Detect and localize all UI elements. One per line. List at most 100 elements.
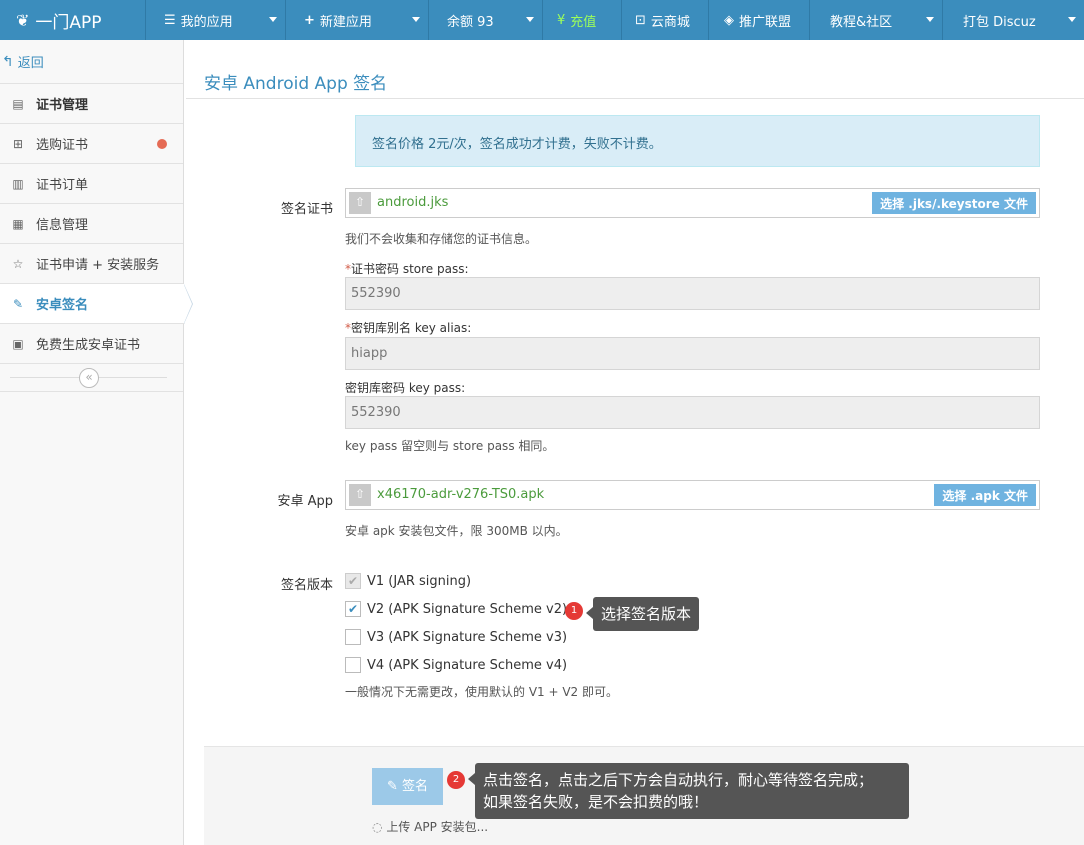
leaf-icon: ❦ <box>16 10 30 30</box>
sidebar-item-label: 信息管理 <box>36 218 89 233</box>
sidebar-item-label: 选购证书 <box>36 138 89 153</box>
nav-affiliate[interactable]: ◈ 推广联盟 <box>708 0 809 40</box>
sidebar: ↰ 返回 ▤ 证书管理 ⊞ 选购证书 ▥ 证书订单 ▦ 信息管理 ☆ 证书申请 … <box>0 40 193 845</box>
back-link[interactable]: ↰ 返回 <box>0 40 183 84</box>
store-pass-field[interactable]: 552390 <box>345 277 1040 310</box>
diamond-icon: ◈ <box>724 12 734 28</box>
step-badge-1: 1 <box>565 602 583 620</box>
step-badge-2: 2 <box>447 771 465 789</box>
sidebar-collapse-row: « <box>0 364 183 392</box>
nav-cloud-mall[interactable]: ⊡ 云商城 <box>621 0 708 40</box>
version-v2-label: V2 (APK Signature Scheme v2) <box>367 601 568 617</box>
notification-dot <box>157 139 167 149</box>
nav-my-apps[interactable]: ☰ 我的应用 <box>145 0 285 40</box>
star-icon: ☆ <box>12 256 24 271</box>
info-icon: ▦ <box>12 216 24 231</box>
pick-cert-button[interactable]: 选择 .jks/.keystore 文件 <box>872 192 1036 214</box>
store-pass-label-text: 证书密码 store pass: <box>351 262 469 276</box>
upload-icon: ⇧ <box>349 192 371 214</box>
chevron-down-icon <box>526 17 534 22</box>
list-icon: ☰ <box>164 12 176 28</box>
bag-icon: ⊡ <box>635 12 646 28</box>
certificate-icon: ▤ <box>12 96 24 111</box>
key-pass-help: key pass 留空则与 store pass 相同。 <box>345 439 555 453</box>
nav-new-app-label: 新建应用 <box>319 14 372 30</box>
price-alert: 签名价格 2元/次，签名成功才计费，失败不计费。 <box>355 115 1040 167</box>
cart-icon: ⊞ <box>12 136 24 151</box>
nav-balance-label: 余额 93 <box>447 14 494 30</box>
key-pass-field[interactable]: 552390 <box>345 396 1040 429</box>
version-v3-option[interactable]: V3 (APK Signature Scheme v3) <box>345 626 567 648</box>
sidebar-item-free-cert[interactable]: ▣ 免费生成安卓证书 <box>0 324 183 364</box>
page-title: 安卓 Android App 签名 <box>204 74 388 94</box>
chevron-down-icon <box>926 17 934 22</box>
nav-community[interactable]: 教程&社区 <box>809 0 942 40</box>
order-icon: ▥ <box>12 176 24 191</box>
divider <box>186 98 1084 99</box>
version-label: 签名版本 <box>280 578 333 593</box>
nav-package[interactable]: 打包 Discuz <box>942 0 1084 40</box>
sidebar-item-label: 安卓签名 <box>36 298 89 313</box>
brand-logo[interactable]: ❦ 一门APP <box>0 0 145 40</box>
cert-label: 签名证书 <box>280 202 333 217</box>
key-alias-label-text: 密钥库别名 key alias: <box>351 321 472 335</box>
sidebar-item-cert-apply[interactable]: ☆ 证书申请 + 安装服务 <box>0 244 183 284</box>
badge-icon: ▣ <box>12 336 24 351</box>
sign-button-label: 签名 <box>402 779 429 794</box>
spinner-icon: ◌ <box>372 820 383 834</box>
sidebar-item-label: 证书申请 + 安装服务 <box>36 258 160 273</box>
brand-name: 一门APP <box>35 12 102 33</box>
checkbox-v4[interactable] <box>345 657 361 673</box>
top-navbar: ❦ 一门APP ☰ 我的应用 + 新建应用 余额 93 ¥ 充值 ⊡ 云商城 ◈… <box>0 0 1084 40</box>
back-label: 返回 <box>17 56 44 71</box>
key-pass-label: 密钥库密码 key pass: <box>345 381 466 395</box>
nav-balance[interactable]: 余额 93 <box>428 0 542 40</box>
checkbox-v1[interactable]: ✔ <box>345 573 361 589</box>
sidebar-item-cert-manage[interactable]: ▤ 证书管理 <box>0 84 183 124</box>
cert-filename: android.jks <box>377 195 449 210</box>
apk-label: 安卓 App <box>277 494 333 509</box>
pen-icon: ✎ <box>386 779 398 794</box>
sidebar-item-info-manage[interactable]: ▦ 信息管理 <box>0 204 183 244</box>
upload-status: ◌ 上传 APP 安装包... <box>372 818 488 835</box>
checkbox-v2[interactable]: ✔ <box>345 601 361 617</box>
nav-package-label: 打包 Discuz <box>963 14 1036 30</box>
sidebar-item-label: 证书管理 <box>36 98 89 113</box>
version-v4-option[interactable]: V4 (APK Signature Scheme v4) <box>345 654 567 676</box>
pen-icon: ✎ <box>12 296 24 311</box>
nav-my-apps-label: 我的应用 <box>180 14 233 30</box>
collapse-sidebar-icon[interactable]: « <box>79 368 99 388</box>
sidebar-item-label: 免费生成安卓证书 <box>36 338 141 353</box>
store-pass-label: *证书密码 store pass: <box>345 260 469 277</box>
sidebar-item-buy-cert[interactable]: ⊞ 选购证书 <box>0 124 183 164</box>
nav-new-app[interactable]: + 新建应用 <box>285 0 428 40</box>
apk-file-input[interactable]: ⇧ x46170-adr-v276-TS0.apk 选择 .apk 文件 <box>345 480 1040 510</box>
pick-apk-button[interactable]: 选择 .apk 文件 <box>934 484 1036 506</box>
version-v2-option[interactable]: ✔ V2 (APK Signature Scheme v2) <box>345 598 567 620</box>
apk-help: 安卓 apk 安装包文件，限 300MB 以内。 <box>345 524 568 538</box>
back-arrow-icon: ↰ <box>2 53 14 70</box>
yen-icon: ¥ <box>557 12 566 28</box>
version-v4-label: V4 (APK Signature Scheme v4) <box>367 657 568 673</box>
cert-file-input[interactable]: ⇧ android.jks 选择 .jks/.keystore 文件 <box>345 188 1040 218</box>
sign-button[interactable]: ✎ 签名 <box>372 768 443 805</box>
chevron-down-icon <box>412 17 420 22</box>
nav-community-label: 教程&社区 <box>830 14 893 30</box>
tooltip-sign-instructions: 点击签名，点击之后下方会自动执行，耐心等待签名完成； 如果签名失败，是不会扣费的… <box>468 763 909 819</box>
key-alias-label: *密钥库别名 key alias: <box>345 319 471 336</box>
version-v3-label: V3 (APK Signature Scheme v3) <box>367 629 568 645</box>
nav-recharge[interactable]: ¥ 充值 <box>542 0 621 40</box>
sidebar-item-cert-orders[interactable]: ▥ 证书订单 <box>0 164 183 204</box>
nav-affiliate-label: 推广联盟 <box>739 14 792 30</box>
nav-cloud-mall-label: 云商城 <box>650 14 690 30</box>
key-alias-field[interactable]: hiapp <box>345 337 1040 370</box>
checkbox-v3[interactable] <box>345 629 361 645</box>
version-v1-option[interactable]: ✔ V1 (JAR signing) <box>345 570 471 592</box>
apk-filename: x46170-adr-v276-TS0.apk <box>377 487 545 502</box>
version-v1-label: V1 (JAR signing) <box>367 573 472 589</box>
tooltip-line-2: 如果签名失败，是不会扣费的哦！ <box>483 793 709 811</box>
sidebar-item-android-sign[interactable]: ✎ 安卓签名 <box>0 284 193 324</box>
plus-icon: + <box>304 12 315 28</box>
cert-help: 我们不会收集和存储您的证书信息。 <box>345 232 538 246</box>
nav-recharge-label: 充值 <box>570 14 597 30</box>
